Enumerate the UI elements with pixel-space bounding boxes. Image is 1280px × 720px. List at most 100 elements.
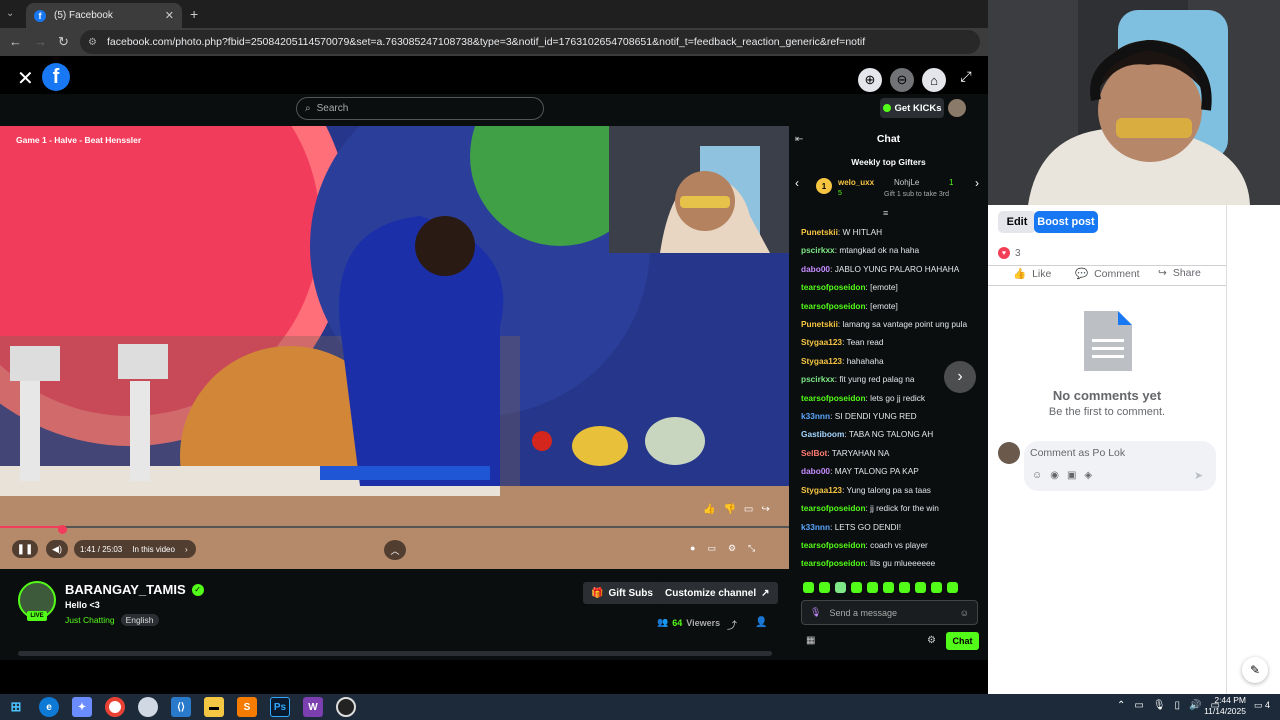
page-scrollbar[interactable] xyxy=(18,651,772,656)
chat-username[interactable]: tearsofposeidon xyxy=(801,282,866,292)
thumbs-up-icon[interactable]: 👍 xyxy=(703,504,715,515)
obs-icon[interactable] xyxy=(336,697,356,717)
emote-icon[interactable] xyxy=(883,582,894,593)
chat-username[interactable]: k33nnn xyxy=(801,411,830,421)
chat-settings-icon[interactable]: ⚙ xyxy=(927,635,936,646)
chat-username[interactable]: tearsofposeidon xyxy=(801,393,866,403)
gifter-2-name[interactable]: NohjLe xyxy=(894,178,919,187)
photoshop-icon[interactable]: Ps xyxy=(270,697,290,717)
site-info-icon[interactable]: ⚙ xyxy=(88,37,97,48)
edge-icon[interactable]: e xyxy=(39,697,59,717)
kick-search-input[interactable]: ⌕ Search xyxy=(296,97,544,120)
chat-username[interactable]: Punetskii xyxy=(801,227,838,237)
comment-bubble-icon[interactable]: ▭ xyxy=(744,504,753,515)
store-icon[interactable]: ▦ xyxy=(806,635,815,646)
category-link[interactable]: Just Chatting xyxy=(65,615,115,625)
volume-icon[interactable]: ◀) xyxy=(46,540,68,558)
vscode-icon[interactable]: ⟨⟩ xyxy=(171,697,191,717)
notification-center[interactable]: ▭ 4 xyxy=(1254,700,1270,711)
emote-icon[interactable] xyxy=(819,582,830,593)
emote-icon[interactable] xyxy=(851,582,862,593)
emoji-icon[interactable]: ☺ xyxy=(1032,470,1042,481)
gifter-1-name[interactable]: welo_uxx xyxy=(838,178,874,187)
address-bar[interactable]: ⚙ facebook.com/photo.php?fbid=2508420511… xyxy=(80,30,980,54)
emoji-icon[interactable]: ☺ xyxy=(960,608,969,618)
language-tag[interactable]: English xyxy=(120,614,159,626)
emote-icon[interactable] xyxy=(867,582,878,593)
thumbs-down-icon[interactable]: 👎 xyxy=(723,504,735,515)
video-player[interactable]: Game 1 - Halve - Beat Henssler ❚❚ ◀) 1:4… xyxy=(0,126,789,569)
chat-send-button[interactable]: Chat xyxy=(946,632,979,650)
start-icon[interactable]: ⊞ xyxy=(6,697,26,717)
file-explorer-icon[interactable]: ▬ xyxy=(204,697,224,717)
close-tab-icon[interactable]: ✕ xyxy=(165,9,174,22)
video-scrubber[interactable] xyxy=(58,525,67,534)
gif-icon[interactable]: ▣ xyxy=(1067,470,1076,481)
chat-username[interactable]: Stygaa123 xyxy=(801,485,842,495)
emote-icon[interactable] xyxy=(835,582,846,593)
user-icon[interactable]: 👤 xyxy=(755,617,767,628)
chat-username[interactable]: tearsofposeidon xyxy=(801,301,866,311)
chevron-up-icon[interactable]: ⌃ xyxy=(1117,700,1125,711)
reactions-summary[interactable]: ♥ 3 xyxy=(998,247,1021,259)
share-button[interactable]: ↪ Share xyxy=(1158,267,1201,279)
zoom-in-icon[interactable]: ⊕ xyxy=(858,68,882,92)
chat-username[interactable]: SelBot xyxy=(801,448,827,458)
theater-icon[interactable]: ▭ xyxy=(707,543,716,554)
emote-icon[interactable] xyxy=(947,582,958,593)
emote-icon[interactable] xyxy=(915,582,926,593)
battery-icon[interactable]: ▯ xyxy=(1175,700,1181,711)
kick-avatar[interactable] xyxy=(948,99,966,117)
camera-icon[interactable]: ◉ xyxy=(1050,470,1059,481)
app-icon[interactable] xyxy=(138,697,158,717)
chat-username[interactable]: tearsofposeidon xyxy=(801,558,866,568)
clock[interactable]: 2:44 PM 11/14/2025 xyxy=(1200,695,1246,717)
chat-username[interactable]: Gastiboom xyxy=(801,429,844,439)
edit-button[interactable]: Edit xyxy=(998,211,1036,233)
tab-facebook[interactable]: f (5) Facebook ✕ xyxy=(26,3,182,28)
chat-username[interactable]: pscirkxx xyxy=(801,374,835,384)
chevron-up-icon[interactable]: ︿ xyxy=(384,540,406,560)
forward-icon[interactable]: → xyxy=(34,34,47,49)
zoom-out-icon[interactable]: ⊖ xyxy=(890,68,914,92)
close-viewer-icon[interactable]: ✕ xyxy=(17,66,34,91)
chat-username[interactable]: pscirkxx xyxy=(801,245,835,255)
autoplay-toggle-icon[interactable]: ● xyxy=(690,543,695,554)
channel-name[interactable]: BARANGAY_TAMIS xyxy=(65,582,186,597)
sticker-icon[interactable]: ◈ xyxy=(1084,470,1092,481)
sublime-icon[interactable]: S xyxy=(237,697,257,717)
emote-icon[interactable] xyxy=(803,582,814,593)
w-app-icon[interactable]: W xyxy=(303,697,323,717)
network-icon[interactable]: ▭ xyxy=(1134,700,1143,711)
send-icon[interactable]: ➤ xyxy=(1194,469,1203,482)
back-icon[interactable]: ← xyxy=(9,34,22,49)
get-kicks-button[interactable]: Get KICKs xyxy=(880,98,944,118)
chrome-icon[interactable] xyxy=(105,697,125,717)
expand-gifters-icon[interactable]: ≡ xyxy=(883,208,888,218)
chat-username[interactable]: Stygaa123 xyxy=(801,356,842,366)
chat-message-input[interactable]: 🎙 Send a message ☺ xyxy=(801,600,978,625)
share-icon[interactable]: ⤴ xyxy=(727,617,737,632)
chat-username[interactable]: tearsofposeidon xyxy=(801,540,866,550)
chat-username[interactable]: k33nnn xyxy=(801,522,830,532)
chat-username[interactable]: dabo00 xyxy=(801,466,830,476)
settings-icon[interactable]: ⚙ xyxy=(728,543,736,554)
like-button[interactable]: 👍 Like xyxy=(1013,267,1051,281)
reload-icon[interactable]: ↻ xyxy=(58,34,69,50)
comment-button[interactable]: 💬 Comment xyxy=(1075,267,1140,281)
emote-icon[interactable] xyxy=(899,582,910,593)
copilot-icon[interactable]: ✦ xyxy=(72,697,92,717)
chat-username[interactable]: dabo00 xyxy=(801,264,830,274)
new-tab-icon[interactable]: + xyxy=(190,6,198,22)
share-arrow-icon[interactable]: ↪ xyxy=(761,504,769,515)
fullscreen-video-icon[interactable]: ⤡ xyxy=(748,543,755,554)
chat-username[interactable]: Punetskii xyxy=(801,319,838,329)
fullscreen-icon[interactable]: ⤢ xyxy=(954,68,978,92)
next-photo-icon[interactable]: › xyxy=(944,361,976,393)
emote-icon[interactable] xyxy=(931,582,942,593)
comment-input[interactable]: Comment as Po Lok ☺ ◉ ▣ ◈ ➤ xyxy=(1024,441,1216,491)
chat-username[interactable]: Stygaa123 xyxy=(801,337,842,347)
new-message-icon[interactable]: ✎ xyxy=(1242,657,1268,683)
facebook-logo-icon[interactable]: f xyxy=(42,63,70,91)
user-avatar[interactable] xyxy=(998,442,1020,464)
